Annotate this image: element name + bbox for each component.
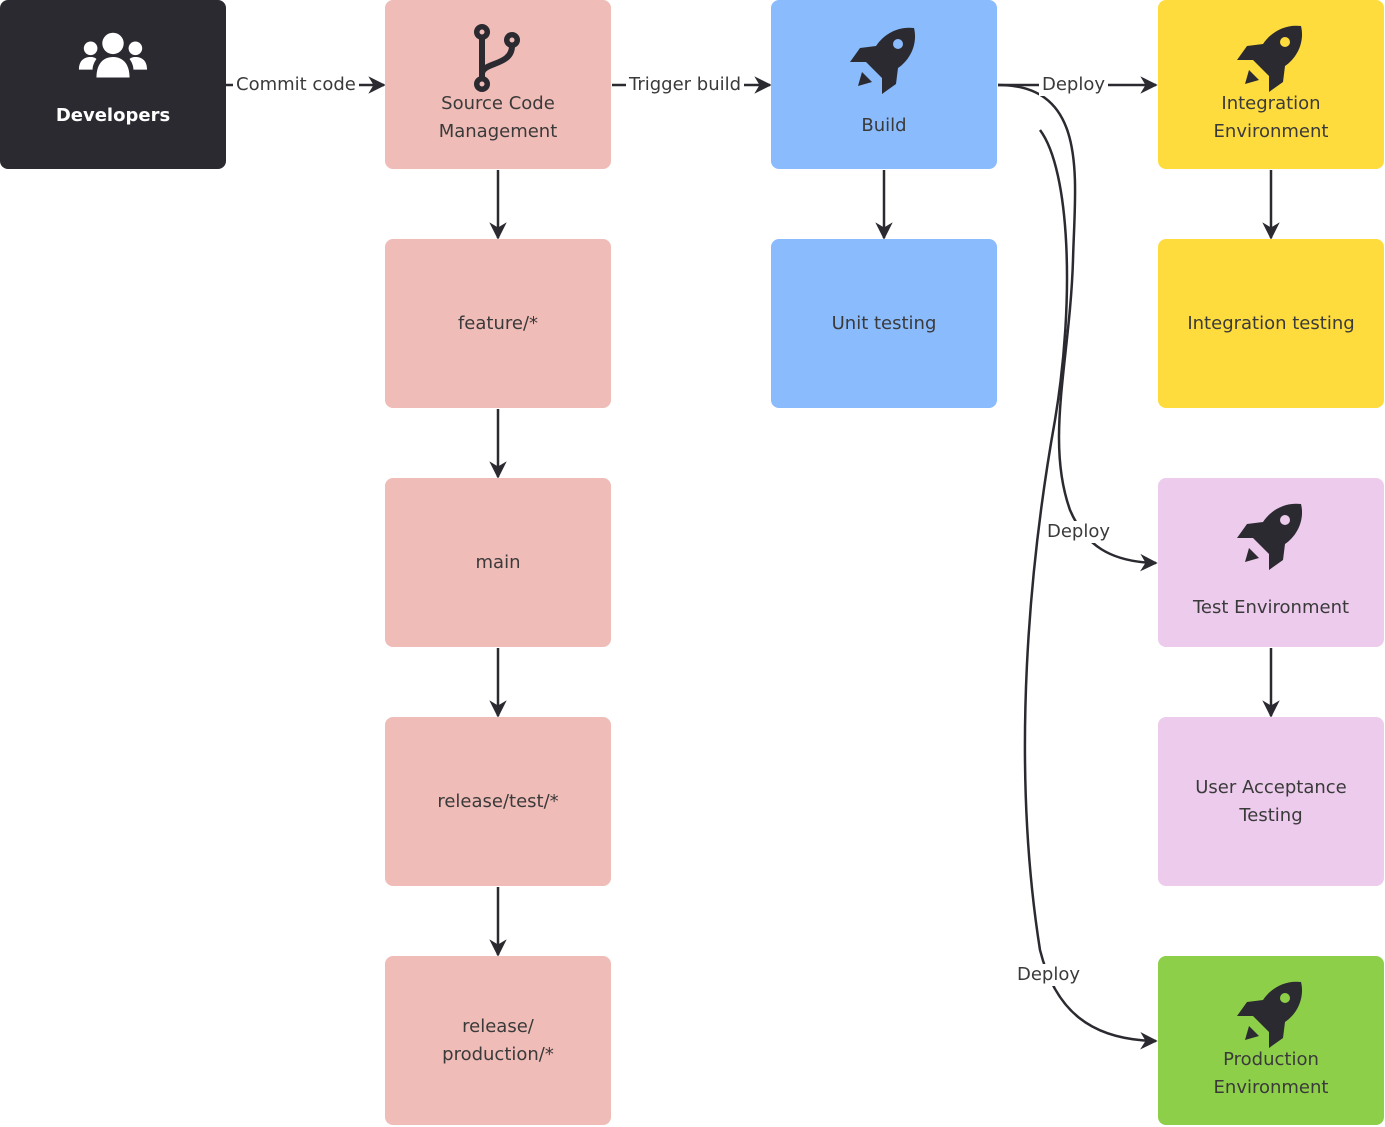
- rocket-icon: [1235, 500, 1307, 572]
- node-label: Unit testing: [831, 312, 937, 334]
- node-test-environment[interactable]: Test Environment: [1158, 478, 1384, 647]
- users-icon: [77, 22, 149, 94]
- node-label: Production Environment: [1213, 1049, 1329, 1098]
- node-developers[interactable]: Developers: [0, 0, 226, 169]
- node-label: Build: [861, 115, 907, 136]
- node-label: Integration testing: [1187, 312, 1355, 334]
- node-label: Integration Environment: [1213, 93, 1329, 142]
- node-release-test-branch[interactable]: release/test/*: [385, 717, 611, 886]
- edge-label-commit-code: Commit code: [233, 74, 359, 96]
- git-branch-icon: [462, 22, 534, 94]
- node-label: release/ production/*: [442, 1015, 554, 1065]
- node-label: Source Code Management: [438, 93, 558, 142]
- edge-deploy-test: [997, 83, 1158, 572]
- node-main-branch[interactable]: main: [385, 478, 611, 647]
- node-label: Developers: [55, 105, 171, 126]
- rocket-icon: [1235, 22, 1307, 94]
- rocket-icon: [848, 24, 920, 96]
- node-label: release/test/*: [437, 790, 559, 812]
- node-label: Test Environment: [1192, 597, 1350, 618]
- node-release-production-branch[interactable]: release/ production/*: [385, 956, 611, 1125]
- edge-label-trigger-build: Trigger build: [626, 74, 745, 96]
- node-integration-testing[interactable]: Integration testing: [1158, 239, 1384, 408]
- node-production-environment[interactable]: Production Environment: [1158, 956, 1384, 1125]
- edge-label-deploy-production: Deploy: [1014, 964, 1084, 986]
- node-label: main: [475, 551, 521, 573]
- node-source-code-management[interactable]: Source Code Management: [385, 0, 611, 169]
- edge-label-deploy-test: Deploy: [1044, 521, 1114, 543]
- node-feature-branch[interactable]: feature/*: [385, 239, 611, 408]
- edge-label-deploy-integration: Deploy: [1039, 74, 1109, 96]
- node-label: User Acceptance Testing: [1195, 776, 1347, 826]
- node-unit-testing[interactable]: Unit testing: [771, 239, 997, 408]
- node-label: feature/*: [457, 312, 539, 334]
- node-integration-environment[interactable]: Integration Environment: [1158, 0, 1384, 169]
- node-user-acceptance-testing[interactable]: User Acceptance Testing: [1158, 717, 1384, 886]
- edge-deploy-production: [1023, 129, 1158, 1050]
- node-build[interactable]: Build: [771, 0, 997, 169]
- rocket-icon: [1235, 978, 1307, 1050]
